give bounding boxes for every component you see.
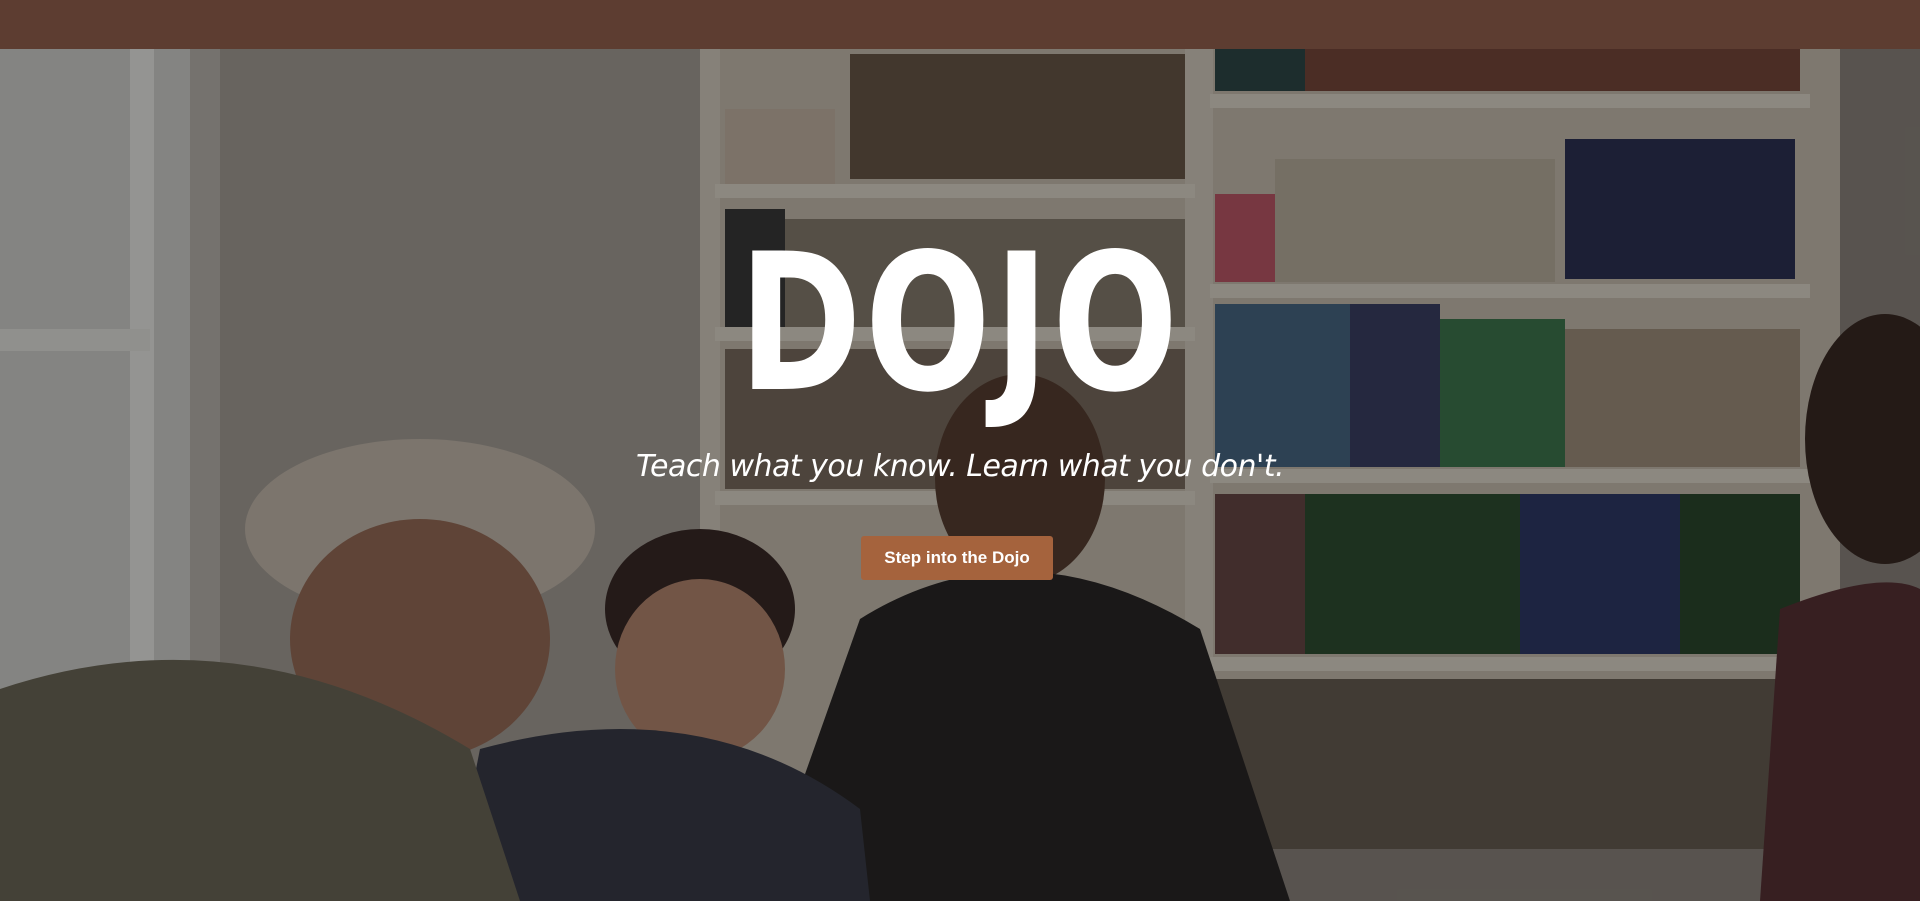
top-nav-bar [0,0,1920,49]
hero-title: DOJO [738,213,1182,434]
step-into-dojo-button[interactable]: Step into the Dojo [861,536,1053,580]
hero-section: DOJO Teach what you know. Learn what you… [0,49,1920,901]
hero-tagline: Teach what you know. Learn what you don'… [635,449,1285,484]
